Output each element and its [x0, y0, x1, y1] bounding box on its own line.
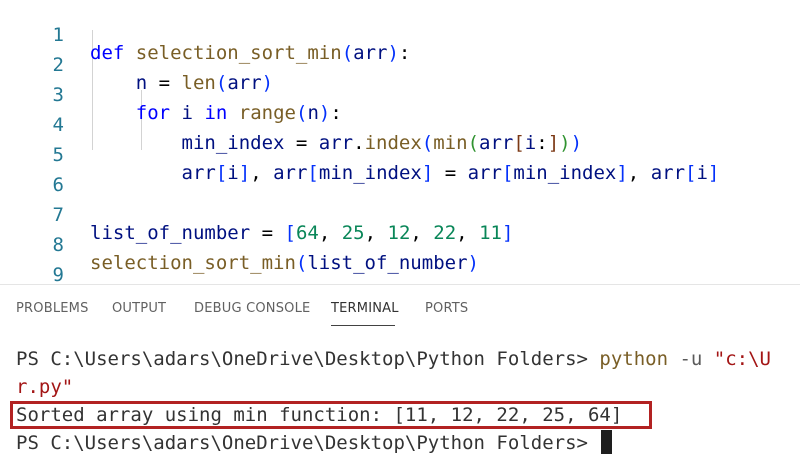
terminal-flag: -u [668, 348, 714, 370]
tab-terminal[interactable]: TERMINAL [331, 301, 399, 316]
code-line[interactable]: 8 selection_sort_min(list_of_number) [0, 212, 800, 274]
terminal-line: PS C:\Users\adars\OneDrive\Desktop\Pytho… [16, 345, 771, 373]
code-line[interactable]: 7 list_of_number = [64, 25, 12, 22, 11] [0, 182, 800, 244]
terminal-line[interactable]: PS C:\Users\adars\OneDrive\Desktop\Pytho… [16, 429, 613, 457]
terminal-cursor [601, 430, 613, 454]
active-tab-indicator [331, 325, 395, 326]
tab-problems[interactable]: PROBLEMS [16, 301, 89, 316]
terminal-line: r.py" [16, 373, 73, 401]
tab-output[interactable]: OUTPUT [112, 301, 166, 316]
terminal-output: Sorted array using min function: [11, 12… [16, 404, 623, 426]
code-line[interactable]: 6 [0, 152, 800, 196]
code-line[interactable]: 5 arr[i], arr[min_index] = arr[min_index… [0, 122, 800, 184]
panel-tab-bar: PROBLEMS OUTPUT DEBUG CONSOLE TERMINAL P… [0, 285, 800, 335]
code-line[interactable]: 9 print("Sorted array using min function… [0, 242, 800, 284]
code-line[interactable]: 1 def selection_sort_min(arr): [0, 2, 800, 64]
tab-ports[interactable]: PORTS [425, 301, 468, 316]
code-editor[interactable]: 1 def selection_sort_min(arr): 2 n = len… [0, 0, 800, 284]
code-line[interactable]: 4 min_index = arr.index(min(arr[i:])) [0, 92, 800, 154]
bottom-panel: PROBLEMS OUTPUT DEBUG CONSOLE TERMINAL P… [0, 284, 800, 461]
code-line[interactable]: 2 n = len(arr) [0, 32, 800, 94]
code-line[interactable]: 10 [0, 272, 800, 284]
terminal-path: "c:\U [713, 348, 771, 370]
terminal-prompt: PS C:\Users\adars\OneDrive\Desktop\Pytho… [16, 348, 600, 370]
tab-debug-console[interactable]: DEBUG CONSOLE [194, 301, 310, 316]
code-line[interactable]: 3 for i in range(n): [0, 62, 800, 124]
terminal-path-wrap: r.py" [16, 376, 74, 398]
terminal-command: python [599, 348, 669, 370]
terminal-prompt: PS C:\Users\adars\OneDrive\Desktop\Pytho… [16, 432, 600, 454]
